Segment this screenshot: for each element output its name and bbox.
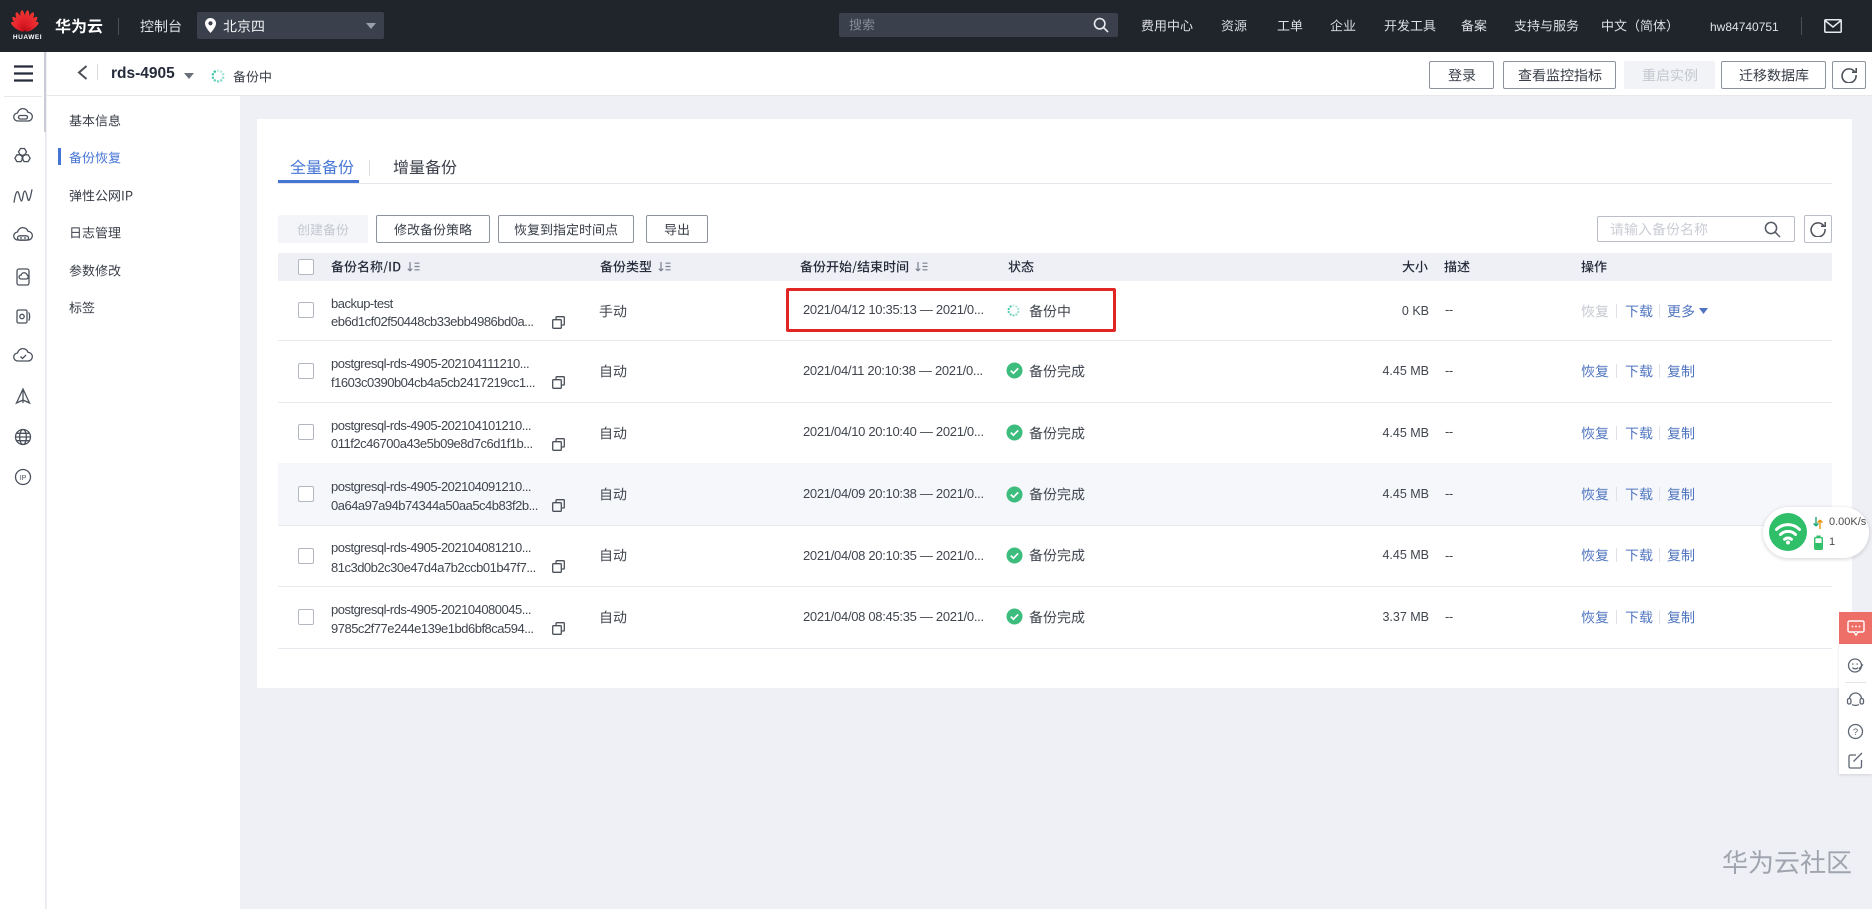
svg-text:IP: IP [20, 475, 27, 482]
svg-text:?: ? [1853, 727, 1858, 738]
